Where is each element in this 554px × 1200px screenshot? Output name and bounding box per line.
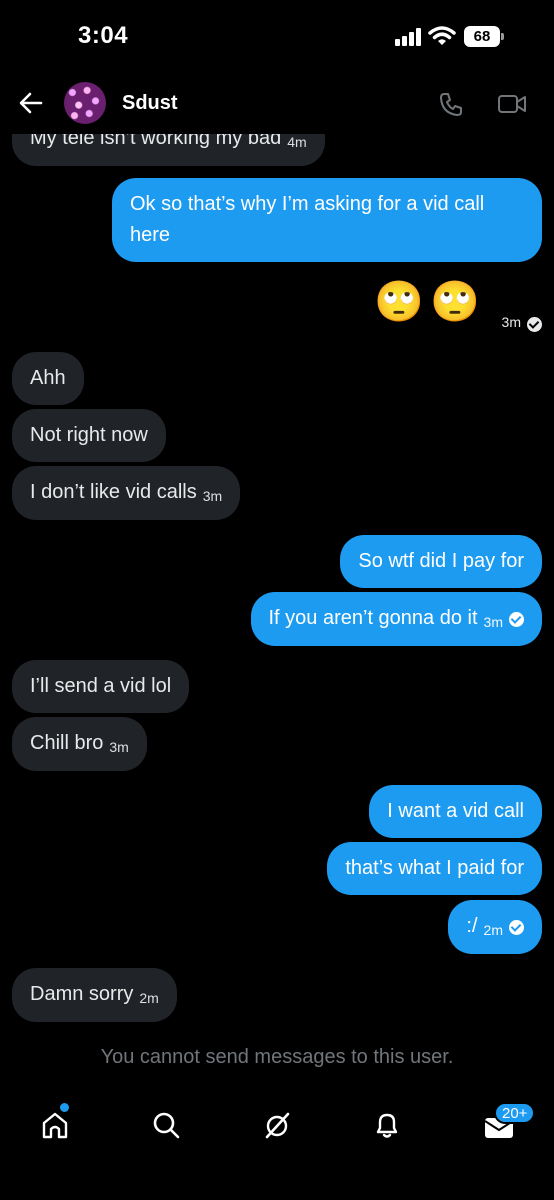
home-icon[interactable]	[40, 1110, 70, 1140]
message-sent[interactable]: So wtf did I pay for	[340, 535, 542, 588]
phone-icon[interactable]	[438, 91, 464, 117]
message-received[interactable]: Not right now	[12, 409, 166, 462]
messages-badge: 20+	[494, 1102, 536, 1124]
message-sent[interactable]: If you aren’t gonna do it 3m	[250, 592, 542, 646]
message-sent-emoji[interactable]: 🙄🙄	[374, 278, 486, 325]
bottom-navigation: 20+	[0, 1100, 554, 1160]
read-check-icon	[509, 920, 524, 936]
blocked-notice: You cannot send messages to this user.	[100, 1046, 454, 1068]
search-icon[interactable]	[151, 1110, 181, 1140]
message-sent[interactable]: :/2m	[448, 900, 542, 954]
message-received[interactable]: Ahh	[12, 352, 84, 405]
message-sent[interactable]: Ok so that’s why I’m asking for a vid ca…	[112, 178, 542, 262]
message-received[interactable]: Chill bro 3m	[12, 717, 147, 771]
grok-icon[interactable]	[262, 1110, 292, 1140]
message-received[interactable]: I’ll send a vid lol	[12, 660, 190, 713]
message-received[interactable]: I don’t like vid calls 3m	[12, 466, 241, 520]
bell-icon[interactable]	[372, 1110, 402, 1140]
message-received[interactable]: Damn sorry 2m	[12, 968, 177, 1022]
read-check-icon	[527, 316, 542, 332]
message-sent[interactable]: that’s what I paid for	[327, 842, 542, 895]
contact-name[interactable]: Sdust	[122, 92, 178, 115]
avatar[interactable]	[64, 82, 106, 124]
message-sent[interactable]: I want a vid call	[369, 785, 542, 838]
message-timestamp: 3m	[502, 314, 542, 332]
video-call-icon[interactable]	[497, 92, 527, 116]
read-check-icon	[509, 612, 524, 628]
conversation[interactable]: My tele isn’t working my bad 4m Ok so tha…	[0, 0, 554, 1200]
back-arrow-icon[interactable]	[18, 90, 44, 116]
conversation-header: Sdust	[0, 76, 554, 134]
home-notification-dot	[60, 1103, 69, 1112]
